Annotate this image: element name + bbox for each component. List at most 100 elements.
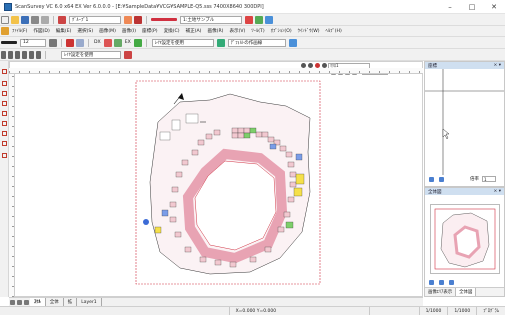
next-tab-icon[interactable] bbox=[24, 299, 29, 305]
menu-options[interactable]: ｵﾌﾟｼｮﾝ(O) bbox=[271, 28, 292, 34]
separator bbox=[88, 38, 89, 47]
group-combo[interactable]: ｸﾞﾙｰﾌﾟ1 bbox=[69, 15, 121, 24]
polyline-tool-icon[interactable] bbox=[2, 111, 7, 116]
scale2-icon[interactable] bbox=[439, 176, 444, 182]
panel-pin-icon[interactable]: × ▾ bbox=[494, 63, 504, 68]
menu-view[interactable]: 表示(V) bbox=[229, 28, 245, 34]
print-icon[interactable] bbox=[31, 15, 39, 24]
cross-icon[interactable] bbox=[1, 50, 6, 59]
drawing-canvas[interactable] bbox=[9, 61, 423, 297]
maximize-button[interactable]: □ bbox=[461, 0, 483, 14]
preview-icon[interactable] bbox=[41, 15, 49, 24]
tab-image-area[interactable]: 画像ｴﾘｱ表示 bbox=[425, 288, 457, 296]
polygon-tool-icon[interactable] bbox=[2, 121, 7, 126]
sheet-tabs: ｽｹﾙ 全体 拡 Layer1 bbox=[9, 297, 423, 306]
overview-panel-label: 全体図 bbox=[428, 189, 442, 195]
menu-window[interactable]: ｳｲﾝﾄﾞｳ(W) bbox=[298, 28, 320, 34]
scale-icon[interactable] bbox=[429, 176, 434, 182]
horizontal-ruler bbox=[9, 68, 423, 74]
select-tool-icon[interactable] bbox=[2, 69, 7, 74]
save-icon[interactable] bbox=[21, 15, 29, 24]
tab-layer1[interactable]: Layer1 bbox=[77, 298, 102, 306]
dimension-tool-icon[interactable] bbox=[2, 141, 7, 146]
window-title: ScanSurvey VC 6.0 x64 EX Ver 6.0.0.0 - [… bbox=[15, 3, 264, 10]
menu-draw[interactable]: 作図(D) bbox=[33, 28, 49, 34]
globe2-icon[interactable] bbox=[288, 38, 297, 47]
overview-thumbnail[interactable] bbox=[430, 204, 500, 274]
menu-help[interactable]: ﾍﾙﾌﾟ(H) bbox=[326, 28, 342, 34]
close-button[interactable]: ✕ bbox=[483, 0, 505, 14]
undo-icon[interactable] bbox=[58, 15, 66, 24]
menu-correct[interactable]: 補正(A) bbox=[186, 28, 202, 34]
dash-icon[interactable] bbox=[22, 50, 27, 59]
separator bbox=[45, 50, 46, 59]
new-file-icon[interactable] bbox=[1, 15, 9, 24]
color-icon[interactable] bbox=[245, 15, 253, 24]
separator bbox=[53, 15, 54, 24]
minimize-button[interactable]: – bbox=[439, 0, 461, 14]
prev-tab-icon[interactable] bbox=[17, 299, 22, 305]
text-icon[interactable] bbox=[66, 38, 74, 47]
line-icon[interactable] bbox=[15, 50, 20, 59]
draw-color-icon[interactable] bbox=[124, 50, 132, 59]
tab-enlarge[interactable]: 拡 bbox=[64, 298, 78, 306]
menu-edit[interactable]: 編集(E) bbox=[56, 28, 72, 34]
overview-zoom-icon[interactable] bbox=[429, 279, 434, 285]
menu-convert[interactable]: 変換(C) bbox=[164, 28, 180, 34]
color-combo[interactable]: 12 bbox=[20, 38, 46, 47]
check-icon[interactable] bbox=[255, 15, 263, 24]
coordinate-view bbox=[425, 69, 504, 175]
first-tab-icon[interactable] bbox=[10, 299, 15, 305]
scale-combo[interactable]: 1 bbox=[482, 176, 496, 182]
drawing-toolbar: ﾚｲﾔ設定を使用 bbox=[0, 49, 505, 61]
menu-file[interactable]: ﾌｧｲﾙ(F) bbox=[12, 28, 27, 34]
plus-icon[interactable] bbox=[8, 50, 13, 59]
menu-image-i[interactable]: 画像(I) bbox=[122, 28, 136, 34]
globe-icon[interactable] bbox=[265, 15, 273, 24]
standard-toolbar: ｸﾞﾙｰﾌﾟ1 1:土地サンプル bbox=[0, 14, 505, 26]
pencil-icon[interactable] bbox=[124, 15, 132, 24]
overview-tools bbox=[425, 278, 455, 286]
circle-icon[interactable] bbox=[29, 50, 34, 59]
overview-fit-icon[interactable] bbox=[439, 279, 444, 285]
default-line-combo[interactable]: ﾃﾞﾌｫﾙﾄの作画線 bbox=[227, 38, 286, 47]
overview-pin-icon[interactable]: × ▾ bbox=[494, 189, 504, 194]
status-coords: X=0.000 Y=0.000 bbox=[228, 307, 369, 315]
arrow-icon[interactable] bbox=[113, 38, 122, 47]
draw-layer-combo[interactable]: ﾚｲﾔ設定を使用 bbox=[61, 50, 121, 59]
brush-icon[interactable] bbox=[49, 38, 57, 47]
line-weight-icon[interactable] bbox=[1, 41, 17, 44]
vertical-ruler bbox=[9, 74, 15, 297]
layer-icon[interactable] bbox=[76, 38, 84, 47]
overview-refresh-icon[interactable] bbox=[449, 279, 454, 285]
line-style-icon[interactable] bbox=[151, 18, 177, 21]
sample-combo[interactable]: 1:土地サンプル bbox=[180, 15, 242, 24]
open-folder-icon[interactable] bbox=[11, 15, 19, 24]
layer-setting-combo[interactable]: ﾚｲﾔ設定を使用 bbox=[151, 38, 214, 47]
green-flag-icon[interactable] bbox=[133, 38, 142, 47]
pen-icon[interactable] bbox=[216, 38, 225, 47]
menu-image-r[interactable]: 画像(R) bbox=[207, 28, 223, 34]
overview-panel: 全体図 × ▾ 画像ｴﾘｱ表示 全体図 bbox=[424, 187, 505, 297]
overview-tabs: 画像ｴﾘｱ表示 全体図 bbox=[425, 287, 504, 296]
menu-coords[interactable]: 座標(P) bbox=[142, 28, 158, 34]
measure-tool-icon[interactable] bbox=[2, 153, 7, 158]
app-icon bbox=[4, 2, 12, 11]
arc-icon[interactable] bbox=[36, 50, 41, 59]
circle-tool-icon[interactable] bbox=[2, 101, 7, 106]
status-scale1: 1/1000 bbox=[418, 307, 448, 315]
tab-scale[interactable]: ｽｹﾙ bbox=[30, 298, 46, 306]
menu-select[interactable]: 選択(S) bbox=[77, 28, 93, 34]
tab-whole[interactable]: 全体 bbox=[46, 298, 64, 306]
menu-image-m[interactable]: 画像(M) bbox=[99, 28, 116, 34]
text-tool-icon[interactable] bbox=[2, 131, 7, 136]
tab-overview[interactable]: 全体図 bbox=[456, 288, 477, 296]
dx-color-icon[interactable] bbox=[103, 38, 112, 47]
line-color-icon[interactable] bbox=[134, 15, 142, 24]
coordinate-panel-label: 座標 bbox=[428, 63, 437, 69]
point-tool-icon[interactable] bbox=[2, 81, 7, 86]
menu-tools[interactable]: ﾂｰﾙ(T) bbox=[251, 28, 264, 34]
map-drawing bbox=[135, 80, 321, 285]
coordinate-panel-title: 座標 × ▾ bbox=[425, 62, 504, 69]
rect-tool-icon[interactable] bbox=[2, 91, 7, 96]
